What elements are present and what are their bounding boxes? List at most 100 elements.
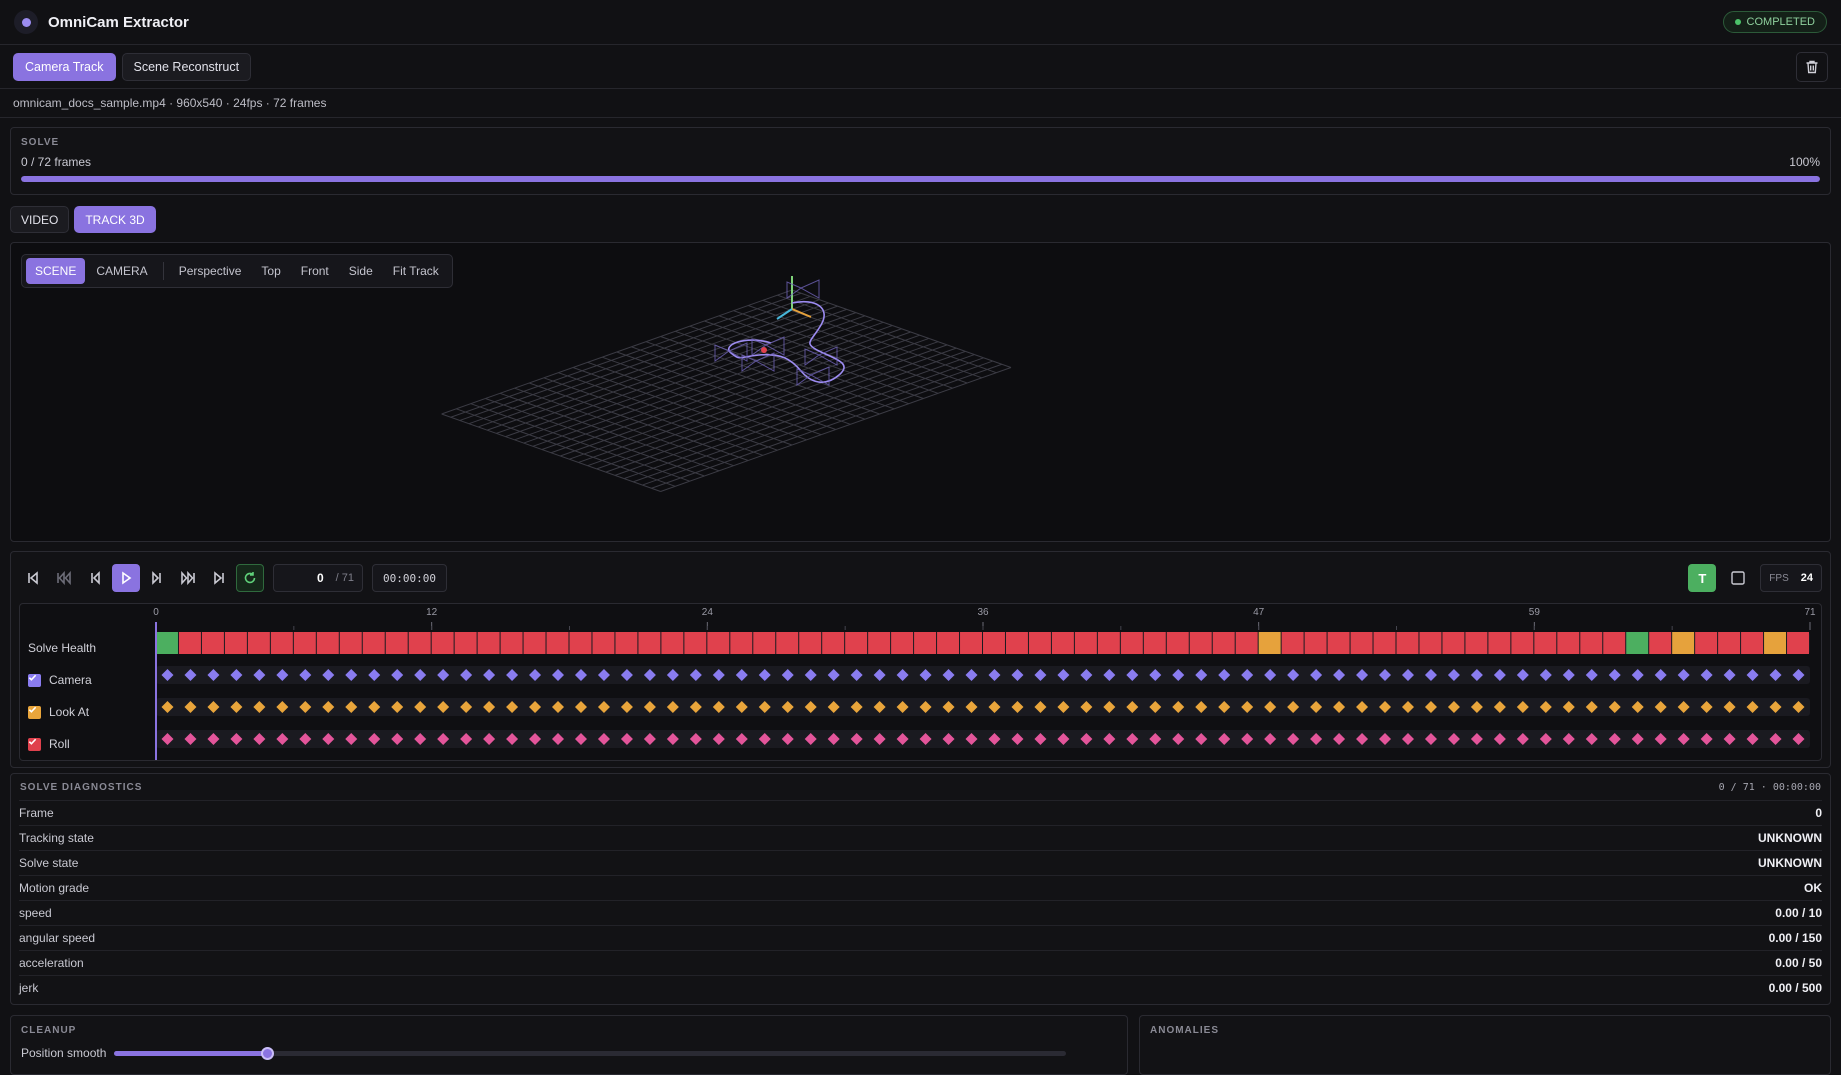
- health-segment: [1764, 632, 1787, 654]
- rewind-icon: [57, 571, 71, 585]
- health-segment: [1580, 632, 1603, 654]
- anomalies-panel: ANOMALIES: [1139, 1015, 1831, 1075]
- skip-end-icon: [214, 571, 224, 585]
- frame-input[interactable]: 0 / 71: [273, 564, 363, 592]
- timeline-canvas[interactable]: 0 12 24 36 47 59 71: [20, 604, 1823, 762]
- delete-button[interactable]: [1796, 51, 1828, 82]
- health-segment: [1304, 632, 1327, 654]
- diagnostics-label: SOLVE DIAGNOSTICS: [20, 781, 143, 793]
- health-segment: [454, 632, 477, 654]
- square-icon: [1731, 571, 1745, 585]
- slider-fill: [114, 1050, 267, 1056]
- cleanup-panel: CLEANUP Position smooth: [10, 1015, 1128, 1075]
- go-to-start-button[interactable]: [19, 564, 47, 592]
- grid-line: [560, 331, 911, 457]
- health-segment: [1465, 632, 1488, 654]
- diag-row-acceleration: acceleration 0.00 / 50: [19, 950, 1822, 975]
- health-segment: [707, 632, 730, 654]
- health-segment: [477, 632, 500, 654]
- track-label-look-at: Look At: [28, 705, 89, 719]
- camera-track-checkbox[interactable]: [28, 673, 41, 687]
- health-segment: [1212, 632, 1235, 654]
- solve-frames: 0 / 72 frames: [21, 155, 92, 169]
- diag-label: speed: [19, 906, 52, 920]
- ruler-tick-label: 0: [153, 607, 159, 618]
- diag-row-speed: speed 0.00 / 10: [19, 900, 1822, 925]
- solve-percent: 100%: [1789, 155, 1820, 169]
- health-segment: [362, 632, 385, 654]
- health-segment: [1442, 632, 1465, 654]
- diag-label: Motion grade: [19, 881, 90, 895]
- view-mode-scene[interactable]: SCENE: [26, 258, 86, 284]
- health-segment: [156, 632, 178, 654]
- health-segment: [1028, 632, 1051, 654]
- view-top-button[interactable]: Top: [252, 258, 289, 284]
- health-segment: [1051, 632, 1074, 654]
- health-segment: [316, 632, 339, 654]
- diag-row-solve-state: Solve state UNKNOWN: [19, 850, 1822, 875]
- tab-video[interactable]: VIDEO: [10, 206, 70, 233]
- skip-start-icon: [28, 571, 38, 585]
- fit-track-button[interactable]: Fit Track: [384, 258, 448, 284]
- health-segment: [1649, 632, 1672, 654]
- anomalies-label: ANOMALIES: [1150, 1025, 1219, 1036]
- transform-toggle-button[interactable]: T: [1688, 564, 1717, 592]
- slider-handle[interactable]: [260, 1046, 274, 1060]
- health-segment: [431, 632, 454, 654]
- health-segment: [1097, 632, 1120, 654]
- track-label-text: Camera: [49, 673, 92, 687]
- tab-scene-reconstruct[interactable]: Scene Reconstruct: [121, 52, 252, 81]
- timeline-tracks[interactable]: 0 12 24 36 47 59 71 Solve Health Camera Look A…: [19, 603, 1822, 761]
- diag-value: 0.00 / 50: [1775, 956, 1822, 970]
- view-perspective-button[interactable]: Perspective: [170, 258, 251, 284]
- health-segment: [1143, 632, 1166, 654]
- look-at-track-checkbox[interactable]: [28, 705, 41, 719]
- diag-row-angular-speed: angular speed 0.00 / 150: [19, 925, 1822, 950]
- position-smooth-label: Position smooth: [21, 1046, 107, 1060]
- tab-camera-track[interactable]: Camera Track: [13, 52, 116, 81]
- health-segment: [224, 632, 247, 654]
- view-side-button[interactable]: Side: [340, 258, 382, 284]
- camera-current-marker: [761, 347, 767, 353]
- fps-display[interactable]: FPS 24: [1760, 564, 1822, 592]
- cleanup-label: CLEANUP: [21, 1025, 77, 1036]
- view-front-button[interactable]: Front: [292, 258, 338, 284]
- tab-track-3d[interactable]: TRACK 3D: [74, 206, 156, 233]
- loop-toggle[interactable]: [236, 564, 264, 592]
- position-smooth-slider[interactable]: [114, 1046, 1067, 1060]
- view-tabs: VIDEO TRACK 3D: [10, 206, 156, 233]
- app-logo-icon: [14, 10, 38, 34]
- track-lane: [156, 730, 1810, 748]
- health-segment: [891, 632, 914, 654]
- loop-icon: [244, 572, 256, 584]
- health-segment: [1005, 632, 1028, 654]
- diag-label: acceleration: [19, 956, 84, 970]
- step-forward-icon: [152, 571, 161, 585]
- diagnostics-position: 0 / 71 · 00:00:00: [1718, 781, 1821, 793]
- health-segment: [1695, 632, 1718, 654]
- health-segment: [339, 632, 362, 654]
- ruler-tick-label: 12: [426, 607, 438, 618]
- timeline-right-controls: T FPS 24: [1688, 564, 1822, 592]
- ruler-tick-label: 71: [1804, 607, 1816, 618]
- step-forward-many-button[interactable]: [174, 564, 202, 592]
- frame-toggle-button[interactable]: [1724, 564, 1752, 592]
- playback-controls: 0 / 71 00:00:00 T FPS 24: [19, 562, 1822, 594]
- step-forward-button[interactable]: [143, 564, 171, 592]
- step-back-button[interactable]: [81, 564, 109, 592]
- fps-value: 24: [1800, 572, 1813, 584]
- go-to-end-button[interactable]: [205, 564, 233, 592]
- view-mode-camera[interactable]: CAMERA: [87, 258, 156, 284]
- total-frames: / 71: [335, 572, 354, 584]
- track-label-camera: Camera: [28, 673, 92, 687]
- health-segment: [1258, 632, 1281, 654]
- track-3d-viewport[interactable]: SCENE CAMERA Perspective Top Front Side …: [10, 242, 1831, 542]
- status-text: COMPLETED: [1746, 16, 1815, 28]
- health-segment: [1373, 632, 1396, 654]
- health-segment: [983, 632, 1005, 654]
- play-button[interactable]: [112, 564, 140, 592]
- health-segment: [1281, 632, 1304, 654]
- health-segment: [776, 632, 799, 654]
- step-back-many-button[interactable]: [50, 564, 78, 592]
- roll-track-checkbox[interactable]: [28, 737, 41, 751]
